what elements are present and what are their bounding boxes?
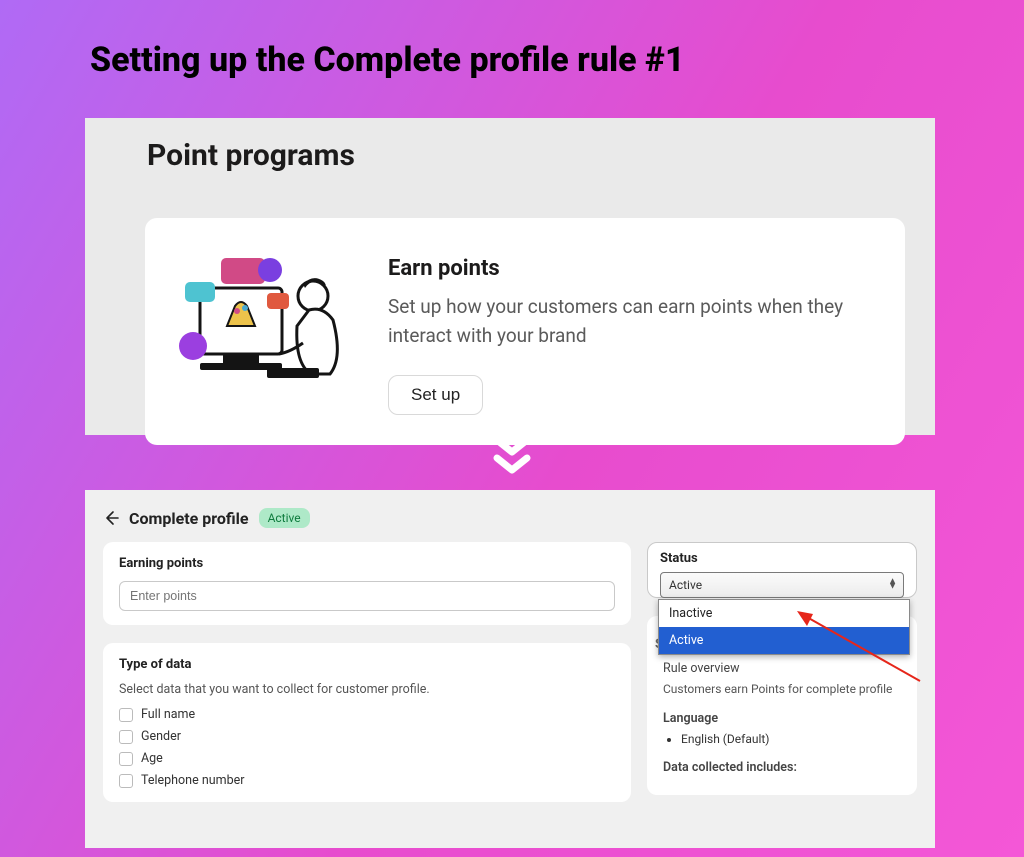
page-title: Setting up the Complete profile rule #1	[90, 40, 685, 80]
checkbox-gender[interactable]: Gender	[119, 729, 615, 744]
language-item: English (Default)	[681, 732, 901, 746]
status-option-active[interactable]: Active	[659, 627, 909, 654]
status-title: Status	[660, 551, 904, 566]
panel-header: Complete profile Active	[103, 508, 917, 528]
checkbox-age[interactable]: Age	[119, 751, 615, 766]
checkbox-full-name[interactable]: Full name	[119, 707, 615, 722]
checkbox-input[interactable]	[119, 752, 133, 766]
checkbox-label: Gender	[141, 729, 181, 744]
type-of-data-title: Type of data	[119, 657, 615, 672]
language-label: Language	[663, 711, 901, 726]
status-select[interactable]: Active ▲▼	[660, 572, 904, 598]
checkbox-label: Full name	[141, 707, 195, 722]
point-programs-heading: Point programs	[85, 118, 935, 173]
type-of-data-card: Type of data Select data that you want t…	[103, 643, 631, 802]
select-updown-icon: ▲▼	[888, 580, 897, 591]
point-programs-panel: Point programs	[85, 118, 935, 435]
earn-points-description: Set up how your customers can earn point…	[388, 293, 875, 350]
type-of-data-subtitle: Select data that you want to collect for…	[119, 682, 615, 697]
earning-points-title: Earning points	[119, 556, 615, 571]
earning-points-card: Earning points	[103, 542, 631, 625]
rule-overview-text: Customers earn Points for complete profi…	[663, 682, 901, 696]
earn-points-title: Earn points	[388, 256, 875, 281]
checkbox-input[interactable]	[119, 774, 133, 788]
checkbox-telephone[interactable]: Telephone number	[119, 773, 615, 788]
set-up-button[interactable]: Set up	[388, 375, 483, 415]
panel-header-title: Complete profile	[129, 509, 249, 528]
status-card: Status Active ▲▼ Inactive Active	[647, 542, 917, 598]
type-of-data-list: Full name Gender Age Telephone number	[119, 707, 615, 788]
earn-points-card: Earn points Set up how your customers ca…	[145, 218, 905, 445]
checkbox-label: Age	[141, 751, 163, 766]
data-collected-label: Data collected includes:	[663, 760, 901, 775]
back-arrow-icon[interactable]	[103, 510, 119, 526]
checkbox-label: Telephone number	[141, 773, 244, 788]
earn-points-illustration	[175, 248, 360, 408]
double-chevron-down-icon	[493, 436, 531, 484]
status-badge: Active	[259, 508, 310, 528]
language-list: English (Default)	[681, 732, 901, 746]
complete-profile-panel: Complete profile Active Earning points T…	[85, 490, 935, 848]
checkbox-input[interactable]	[119, 730, 133, 744]
points-input[interactable]	[119, 581, 615, 611]
status-dropdown: Inactive Active	[658, 599, 910, 655]
status-select-value: Active	[669, 578, 702, 592]
rule-overview-label: Rule overview	[663, 661, 901, 676]
checkbox-input[interactable]	[119, 708, 133, 722]
status-option-inactive[interactable]: Inactive	[659, 600, 909, 627]
